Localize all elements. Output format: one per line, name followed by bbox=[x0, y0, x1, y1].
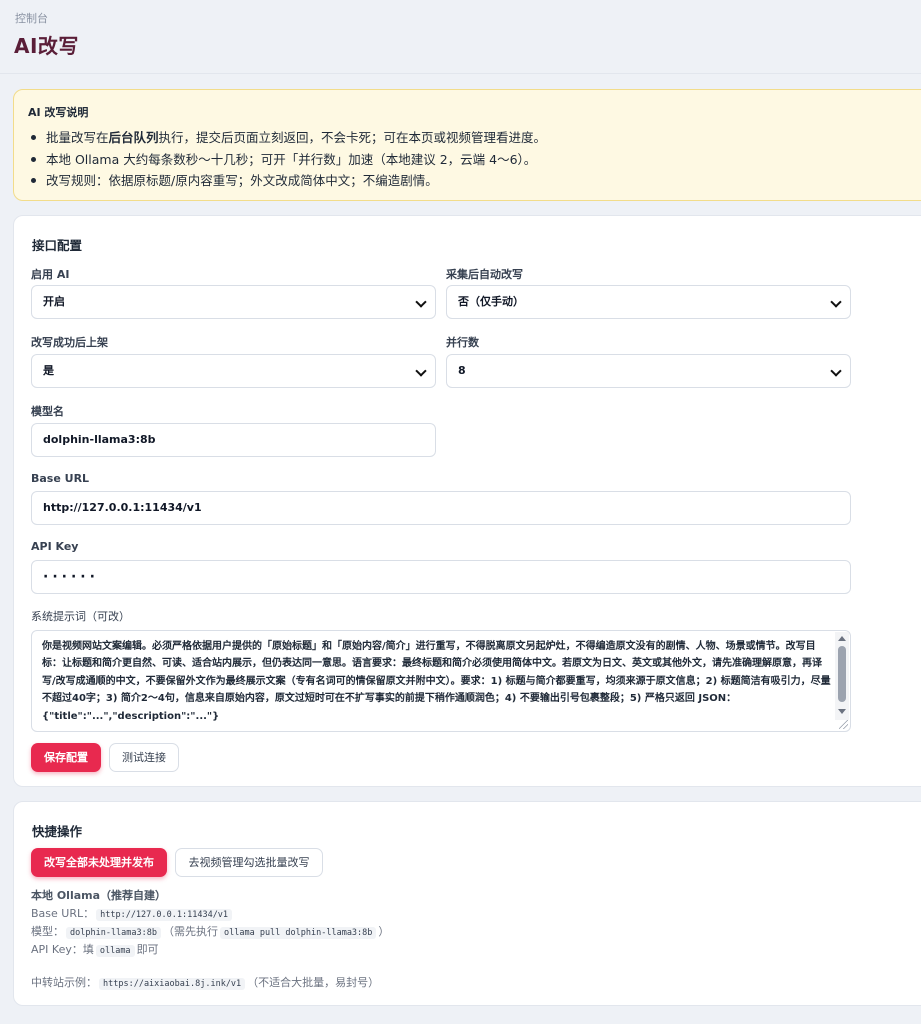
model-code: dolphin-llama3:8b bbox=[66, 927, 161, 939]
apikey-after: 即可 bbox=[136, 943, 159, 956]
notice-item: 批量改写在后台队列执行，提交后页面立刻返回，不会卡死；可在本页或视频管理看进度。 bbox=[28, 127, 546, 149]
base-url-code: http://127.0.0.1:11434/v1 bbox=[96, 909, 233, 921]
base-url-label: Base URL bbox=[31, 472, 90, 485]
auto-rewrite-select[interactable]: 否（仅手动） bbox=[446, 285, 851, 319]
notice-item: 本地 Ollama 大约每条数秒～十几秒；可开「并行数」加速（本地建议 2，云端… bbox=[28, 149, 546, 171]
relay-text: 中转站示例： bbox=[31, 976, 97, 989]
model-note-end: ） bbox=[378, 925, 390, 938]
test-connection-button[interactable]: 测试连接 bbox=[109, 743, 179, 772]
api-key-input[interactable]: ······ bbox=[31, 560, 851, 594]
enable-ai-select[interactable]: 开启 bbox=[31, 285, 436, 319]
system-prompt-textarea[interactable]: 你是视频网站文案编辑。必须严格依据用户提供的「原始标题」和「原始内容/简介」进行… bbox=[31, 630, 851, 732]
relay-note: （不适合大批量，易封号） bbox=[247, 976, 380, 989]
model-input[interactable]: dolphin-llama3:8b bbox=[31, 423, 436, 457]
card-title: 快捷操作 bbox=[32, 824, 83, 839]
bullet-icon bbox=[31, 135, 36, 140]
ollama-apikey-line: API Key：填 ollama 即可 bbox=[31, 941, 159, 957]
bullet-icon bbox=[31, 156, 36, 162]
enable-ai-label: 启用 AI bbox=[31, 268, 70, 281]
quick-actions-card: 快捷操作 改写全部未处理并发布 去视频管理勾选批量改写 本地 Ollama（推荐… bbox=[13, 801, 921, 1006]
resize-grip-icon[interactable] bbox=[839, 720, 848, 729]
textarea-scrollbar[interactable] bbox=[835, 632, 849, 720]
notice-item-text: 执行，提交后页面立刻返回，不会卡死；可在本页或视频管理看进度。 bbox=[158, 130, 547, 145]
system-prompt-text: 你是视频网站文案编辑。必须严格依据用户提供的「原始标题」和「原始内容/简介」进行… bbox=[42, 641, 831, 722]
ollama-base-url-line: Base URL： http://127.0.0.1:11434/v1 bbox=[31, 905, 234, 921]
scroll-down-icon[interactable] bbox=[838, 709, 846, 714]
apikey-code: ollama bbox=[95, 945, 135, 957]
api-config-card: 接口配置 启用 AI 开启 采集后自动改写 否（仅手动） 改写成功后上架 是 并… bbox=[13, 215, 921, 787]
notice-item-emphasis: 后台队列 bbox=[108, 130, 159, 145]
model-note: （需先执行 bbox=[163, 925, 218, 938]
notice-list: 批量改写在后台队列执行，提交后页面立刻返回，不会卡死；可在本页或视频管理看进度。… bbox=[28, 127, 546, 192]
auto-rewrite-label: 采集后自动改写 bbox=[446, 268, 523, 281]
save-config-button[interactable]: 保存配置 bbox=[31, 743, 101, 772]
ollama-model-line: 模型： dolphin-llama3:8b （需先执行 ollama pull dol… bbox=[31, 923, 389, 939]
scroll-thumb[interactable] bbox=[838, 646, 846, 702]
api-key-label: API Key bbox=[31, 540, 79, 553]
bullet-icon bbox=[31, 178, 36, 183]
notice-item-text: 本地 Ollama 大约每条数秒～十几秒；可开「并行数」加速（本地建议 2，云端… bbox=[46, 151, 537, 167]
rewrite-all-button[interactable]: 改写全部未处理并发布 bbox=[31, 848, 167, 877]
ollama-heading: 本地 Ollama（推荐自建） bbox=[31, 889, 167, 902]
model-command-code: ollama pull dolphin-llama3:8b bbox=[220, 927, 377, 939]
notice-title: AI 改写说明 bbox=[28, 106, 89, 119]
concurrency-label: 并行数 bbox=[446, 336, 479, 349]
relay-code: https://aixiaobai.8j.ink/v1 bbox=[99, 978, 246, 990]
base-url-text: Base URL： bbox=[31, 907, 95, 920]
scroll-up-icon[interactable] bbox=[838, 636, 846, 641]
model-label: 模型名 bbox=[31, 405, 64, 418]
breadcrumb[interactable]: 控制台 bbox=[15, 10, 48, 26]
publish-after-select[interactable]: 是 bbox=[31, 354, 436, 388]
notice-item-text: 改写规则：依据原标题/原内容重写；外文改成简体中文；不编造剧情。 bbox=[46, 173, 438, 188]
info-notice: AI 改写说明 批量改写在后台队列执行，提交后页面立刻返回，不会卡死；可在本页或… bbox=[13, 89, 921, 201]
concurrency-select[interactable]: 8 bbox=[446, 354, 851, 388]
relay-line: 中转站示例： https://aixiaobai.8j.ink/v1 （不适合大批量… bbox=[31, 974, 379, 990]
notice-item: 改写规则：依据原标题/原内容重写；外文改成简体中文；不编造剧情。 bbox=[28, 170, 546, 192]
page-header: 控制台 AI改写 bbox=[0, 0, 921, 74]
card-title: 接口配置 bbox=[32, 238, 83, 253]
apikey-text: API Key：填 bbox=[31, 943, 94, 956]
goto-video-manage-button[interactable]: 去视频管理勾选批量改写 bbox=[175, 848, 323, 877]
system-prompt-label: 系统提示词（可改） bbox=[31, 610, 130, 623]
base-url-input[interactable]: http://127.0.0.1:11434/v1 bbox=[31, 491, 851, 525]
page-title: AI改写 bbox=[14, 34, 79, 58]
publish-after-label: 改写成功后上架 bbox=[31, 336, 108, 349]
model-text: 模型： bbox=[31, 925, 64, 938]
notice-item-text: 批量改写在 bbox=[46, 130, 109, 145]
